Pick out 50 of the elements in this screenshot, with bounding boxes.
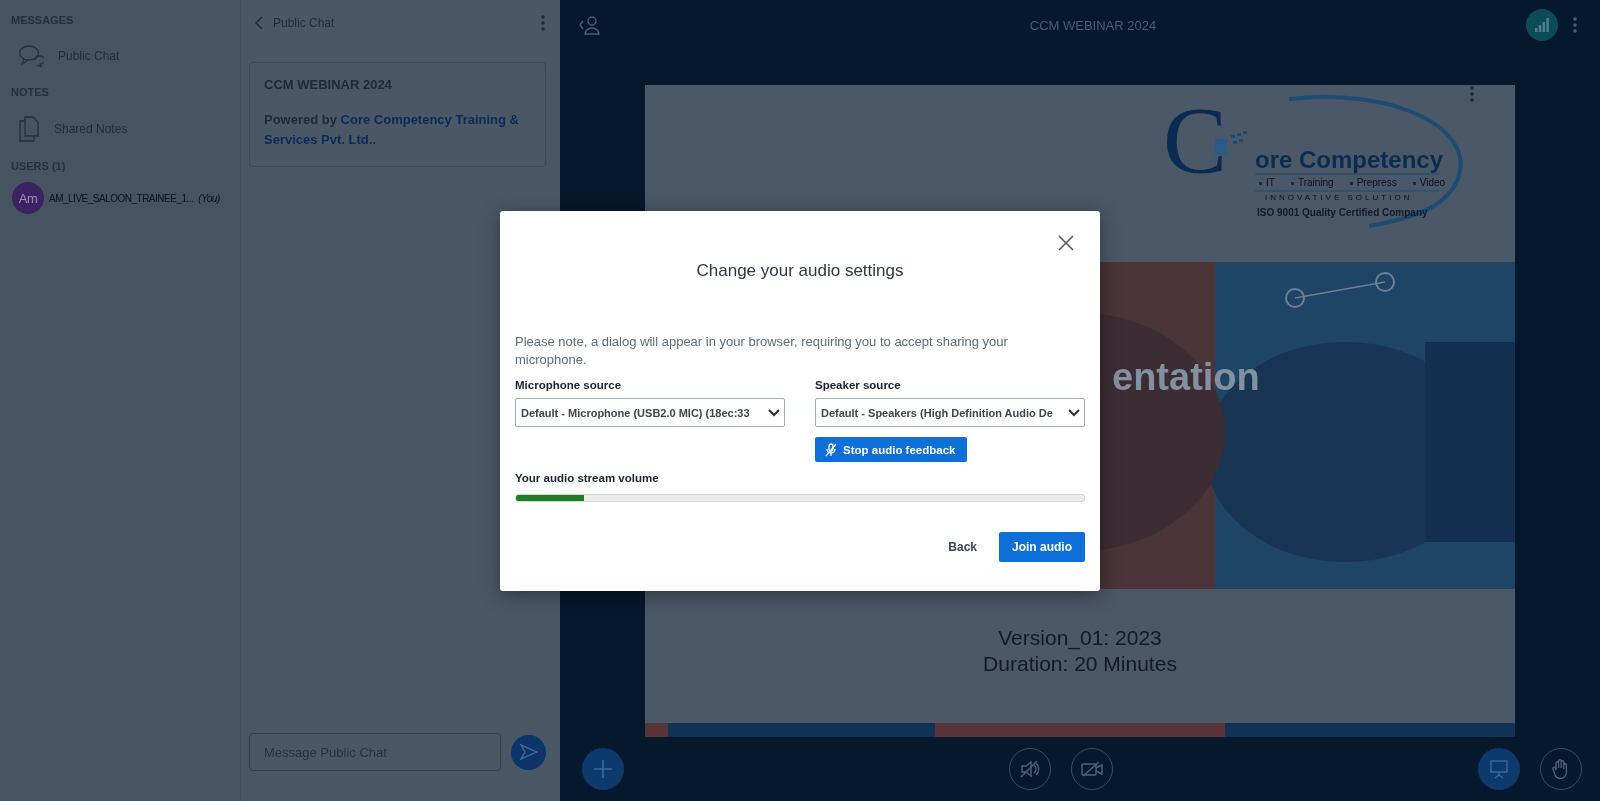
dialog-note: Please note, a dialog will appear in your browser, requiring you to accept sharing your microphone. bbox=[515, 333, 1009, 369]
service-label: Training bbox=[1297, 177, 1334, 188]
chat-bubbles-icon bbox=[18, 44, 44, 68]
service-label: IT bbox=[1266, 177, 1275, 188]
slide-heading: entation bbox=[1112, 356, 1260, 399]
documents-icon bbox=[18, 116, 40, 142]
you-tag: (You) bbox=[198, 192, 220, 204]
chevron-down-icon bbox=[768, 408, 780, 417]
close-icon bbox=[1058, 235, 1074, 251]
user-list-toggle-icon[interactable] bbox=[578, 15, 600, 35]
meeting-title: CCM WEBINAR 2024 bbox=[1028, 17, 1158, 33]
send-icon bbox=[519, 744, 538, 760]
user-name: AM_LIVE_SALOON_TRAINEE_1... bbox=[49, 192, 194, 204]
more-options-icon[interactable] bbox=[540, 14, 546, 32]
field-label: Speaker source bbox=[815, 379, 902, 391]
dialog-title: Change your audio settings bbox=[695, 261, 905, 281]
user-list-item[interactable]: Am AM_LIVE_SALOON_TRAINEE_1... (You) bbox=[0, 178, 240, 218]
company-logo: C ore Competency IT Training Prepress Video INNOVATIVE SOLUTION ISO 9001 Quality Certified Company bbox=[1169, 91, 1469, 241]
user-avatar: Am bbox=[12, 182, 44, 214]
more-options-icon[interactable] bbox=[1572, 16, 1578, 34]
bullet-icon bbox=[1290, 181, 1294, 185]
bullet-icon bbox=[1259, 181, 1262, 185]
service-label: Video bbox=[1419, 177, 1446, 188]
signal-bars-icon bbox=[1535, 18, 1549, 32]
speaker-muted-icon bbox=[1020, 760, 1040, 778]
slide-text: Duration: 20 Minutes bbox=[983, 651, 1177, 677]
raise-hand-button[interactable] bbox=[1540, 748, 1582, 790]
chevron-down-icon bbox=[1068, 408, 1080, 417]
presentation-screen-icon bbox=[1489, 759, 1509, 779]
send-button[interactable] bbox=[511, 734, 546, 770]
hand-icon bbox=[1552, 759, 1570, 779]
back-chevron-icon[interactable] bbox=[255, 16, 263, 30]
camera-off-icon bbox=[1081, 761, 1103, 777]
speaker-select[interactable]: Default - Speakers (High Definition Audio De bbox=[815, 398, 1085, 427]
service-label: Prepress bbox=[1356, 177, 1397, 188]
back-button[interactable]: Back bbox=[946, 532, 979, 562]
stop-feedback-button[interactable]: Stop audio feedback bbox=[815, 437, 968, 462]
slide-text: Version_01: 2023 bbox=[998, 625, 1162, 651]
connection-status-button[interactable] bbox=[1526, 9, 1558, 41]
bullet-icon bbox=[1349, 181, 1353, 185]
microphone-off-icon bbox=[825, 442, 837, 457]
bullet-icon bbox=[1412, 181, 1416, 185]
presentation-button[interactable] bbox=[1478, 748, 1520, 790]
actions-button[interactable] bbox=[582, 748, 624, 790]
plus-icon bbox=[593, 759, 613, 779]
microphone-select[interactable]: Default - Microphone (USB2.0 MIC) (18ec:33 bbox=[515, 398, 785, 427]
field-label: Microphone source bbox=[515, 379, 623, 391]
join-audio-button[interactable]: Join audio bbox=[999, 532, 1085, 562]
slide-options-icon[interactable] bbox=[1469, 85, 1475, 103]
field-label: Your audio stream volume bbox=[515, 472, 660, 484]
